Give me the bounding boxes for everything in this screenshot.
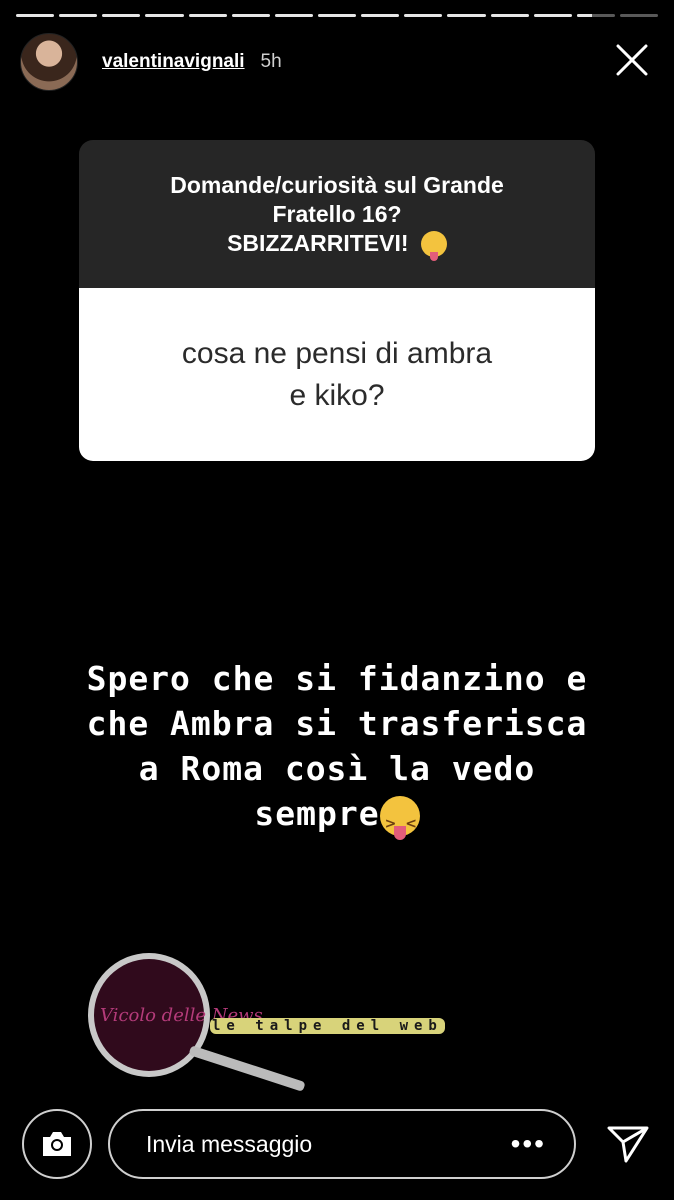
progress-fill [404,14,443,17]
progress-segment [102,14,141,17]
username[interactable]: valentinavignali [102,51,245,73]
close-icon [616,44,648,76]
progress-segment [619,14,659,17]
progress-fill [274,14,313,17]
progress-fill [231,14,270,17]
progress-fill [16,14,55,17]
magnifier-handle [188,1045,306,1092]
winking-tongue-emoji-icon [420,231,447,262]
more-dots-icon[interactable]: ••• [511,1130,546,1158]
progress-fill [533,14,572,17]
progress-fill [490,14,529,17]
question-sticker: Domande/curiosità sul Grande Fratello 16… [79,140,595,461]
progress-fill [59,14,98,17]
progress-segment [447,14,486,17]
progress-segment [16,14,55,17]
progress-segment [576,14,615,17]
send-icon [607,1126,649,1163]
squinting-tongue-emoji-icon [379,795,420,847]
message-input[interactable]: Invia messaggio ••• [108,1109,576,1179]
story-footer: Invia messaggio ••• [22,1108,652,1180]
message-placeholder: Invia messaggio [146,1130,313,1157]
question-prompt: Domande/curiosità sul Grande Fratello 16… [170,171,504,262]
progress-fill [317,14,357,17]
question-answer-area: cosa ne pensi di ambra e kiko? [79,288,595,461]
camera-button[interactable] [22,1109,92,1179]
post-time: 5h [260,51,282,72]
progress-fill [188,14,227,17]
progress-segment [490,14,529,17]
progress-segment [188,14,227,17]
camera-icon [43,1132,71,1156]
story-header: valentinavignali 5h [20,33,654,91]
progress-segment [317,14,357,17]
progress-segment [274,14,313,17]
progress-segment [361,14,400,17]
progress-fill [102,14,141,17]
question-prompt-area: Domande/curiosità sul Grande Fratello 16… [79,140,595,288]
progress-segment [59,14,98,17]
progress-segment [533,14,572,17]
progress-segment [145,14,184,17]
reply-text: Spero che si fidanzino e che Ambra si tr… [30,656,644,847]
send-button[interactable] [604,1120,652,1168]
question-answer: cosa ne pensi di ambra e kiko? [181,336,493,412]
story-progress [16,14,659,18]
avatar[interactable] [20,33,78,91]
progress-segment [231,14,270,17]
watermark-tagline: le talpe del web [210,1018,445,1034]
progress-fill [576,14,593,17]
progress-segment [404,14,443,17]
close-button[interactable] [614,42,654,82]
progress-fill [145,14,184,17]
watermark: Vicolo delle News le talpe del web [40,945,480,1105]
progress-fill [361,14,400,17]
progress-fill [447,14,486,17]
